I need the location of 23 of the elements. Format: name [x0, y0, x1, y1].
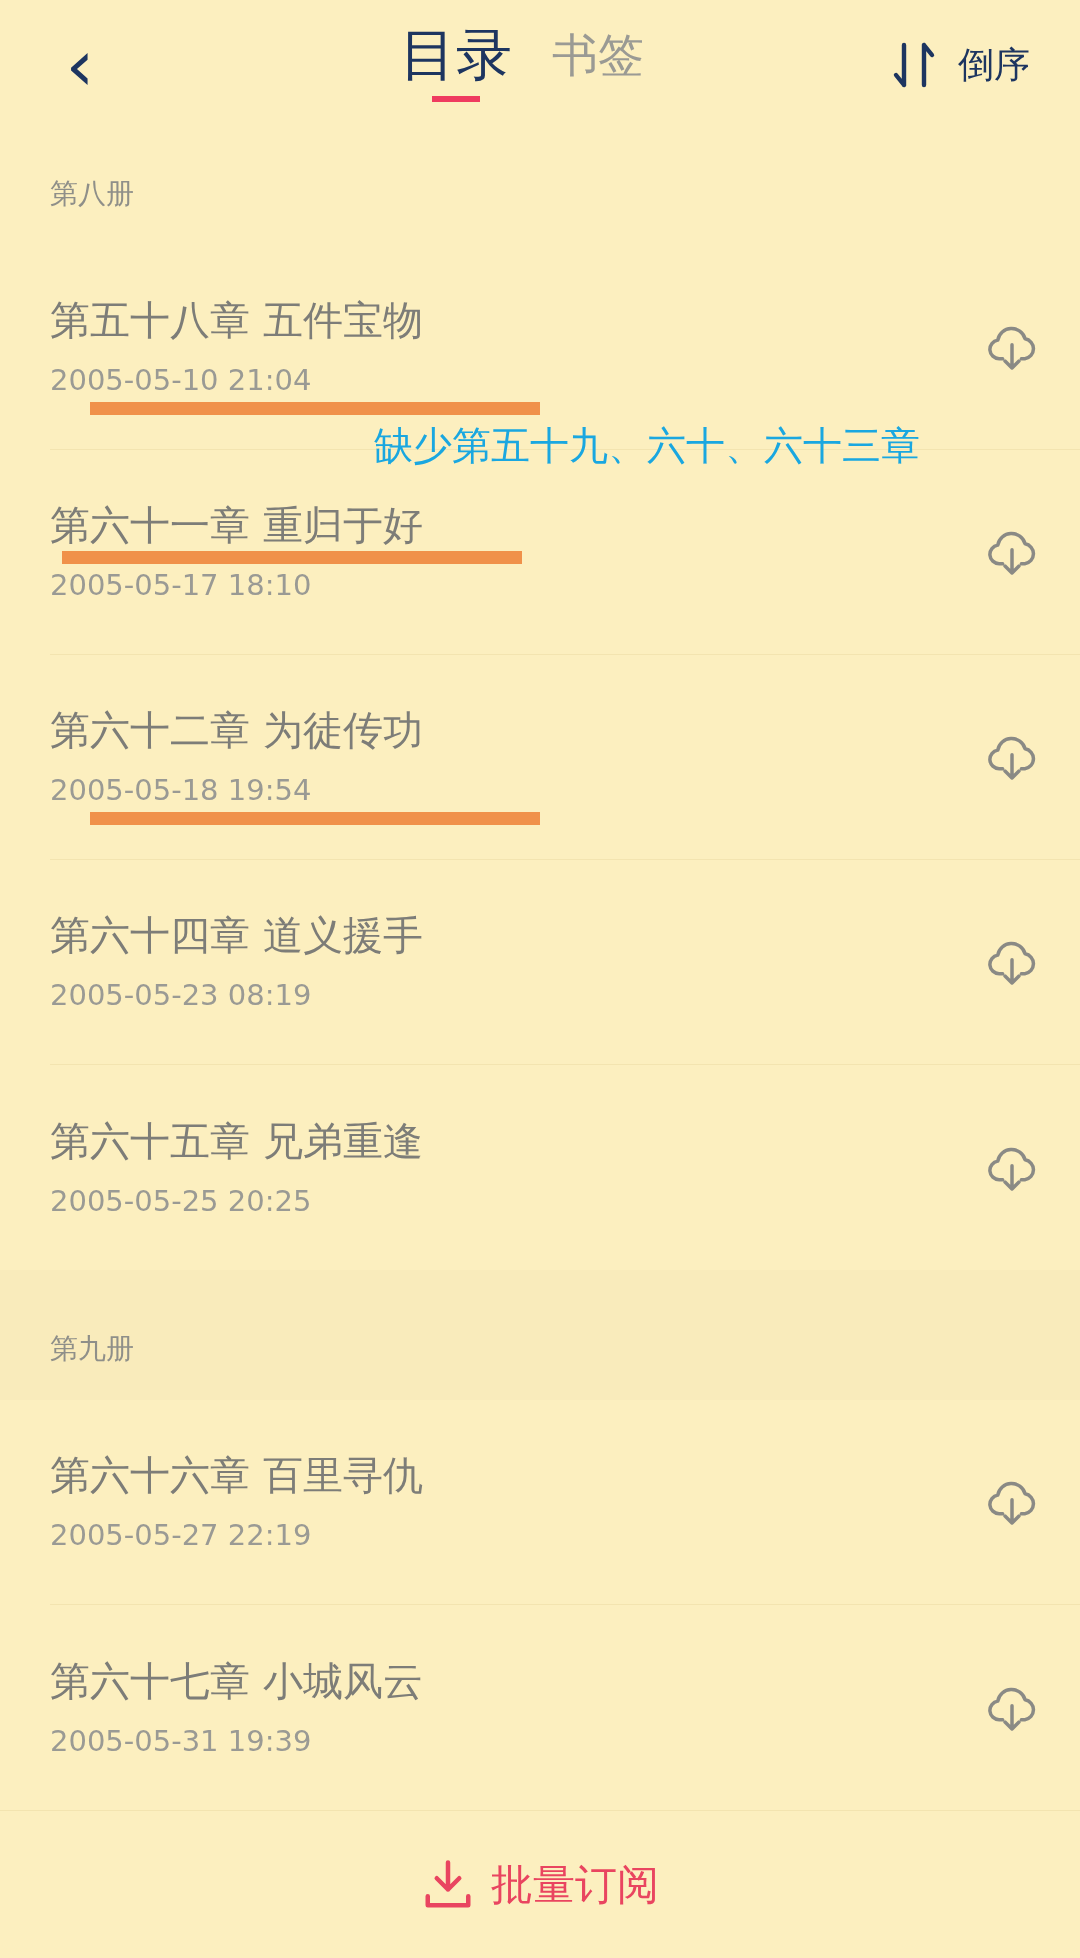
volume-heading: 第九册: [50, 1331, 134, 1367]
chapter-date: 2005-05-18 19:54: [50, 772, 313, 808]
chapter-date: 2005-05-31 19:39: [50, 1722, 313, 1759]
tab[interactable]: 目录: [400, 20, 512, 102]
tab[interactable]: 书签: [552, 20, 644, 102]
chapter-date: 2005-05-10 21:04: [50, 362, 313, 398]
chapter-title[interactable]: 第六十七章 小城风云: [50, 1656, 423, 1705]
chapter-title[interactable]: 第六十四章 道义援手: [50, 911, 423, 959]
chapter-title[interactable]: 第五十八章 五件宝物: [50, 296, 423, 344]
chapter-title[interactable]: 第六十一章 重归于好: [50, 501, 423, 549]
chapter-title[interactable]: 第六十五章 兄弟重逢: [50, 1116, 423, 1165]
batch-subscribe-button[interactable]: 批量订阅: [421, 1853, 659, 1916]
sort-button[interactable]: 倒序: [892, 38, 1030, 92]
chapter-date: 2005-05-17 18:10: [50, 567, 313, 603]
volume-heading: 第八册: [50, 176, 134, 212]
annotation-text: 缺少第五十九、六十、六十三章: [374, 422, 920, 470]
chapter-date: 2005-05-27 22:19: [50, 1517, 313, 1553]
chapter-date: 2005-05-25 20:25: [50, 1182, 313, 1219]
back-button[interactable]: ‹: [50, 29, 110, 101]
chapter-title[interactable]: 第六十二章 为徒传功: [50, 706, 423, 754]
sort-icon: [892, 41, 936, 89]
chapter-title[interactable]: 第六十六章 百里寻仇: [50, 1451, 423, 1499]
chapter-date: 2005-05-23 08:19: [50, 977, 313, 1013]
